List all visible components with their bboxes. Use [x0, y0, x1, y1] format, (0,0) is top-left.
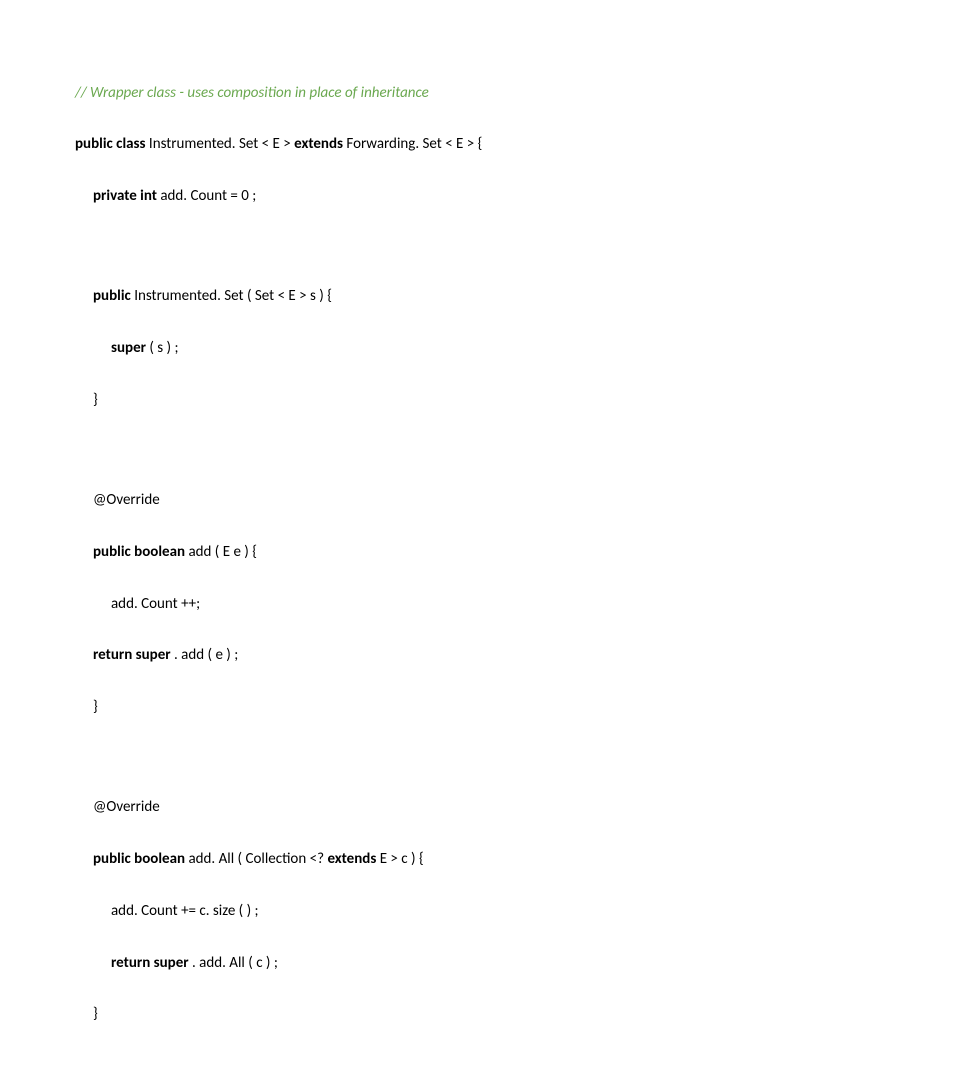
override-annotation: @Override: [75, 799, 960, 816]
method-add-return: return super . add ( e ) ;: [75, 647, 960, 664]
comment-line: // Wrapper class - uses composition in p…: [75, 85, 960, 102]
blank-line: [75, 1058, 960, 1072]
method-add-body: add. Count ++;: [75, 596, 960, 613]
field-decl: private int add. Count = 0 ;: [75, 188, 960, 205]
method-addall-decl: public boolean add. All ( Collection <? …: [75, 851, 960, 868]
ctor-decl: public Instrumented. Set ( Set < E > s )…: [75, 288, 960, 305]
blank-line: [75, 751, 960, 765]
method-addall-return: return super . add. All ( c ) ;: [75, 955, 960, 972]
blank-line: [75, 240, 960, 254]
close-brace: }: [75, 1006, 960, 1023]
code-slide: // Wrapper class - uses composition in p…: [0, 0, 960, 1080]
code-block: // Wrapper class - uses composition in p…: [75, 50, 960, 1080]
override-annotation: @Override: [75, 492, 960, 509]
close-brace: }: [75, 699, 960, 716]
blank-line: [75, 444, 960, 458]
ctor-body: super ( s ) ;: [75, 340, 960, 357]
close-brace: }: [75, 392, 960, 409]
method-addall-body: add. Count += c. size ( ) ;: [75, 903, 960, 920]
class-decl: public class Instrumented. Set < E > ext…: [75, 136, 960, 153]
method-add-decl: public boolean add ( E e ) {: [75, 544, 960, 561]
